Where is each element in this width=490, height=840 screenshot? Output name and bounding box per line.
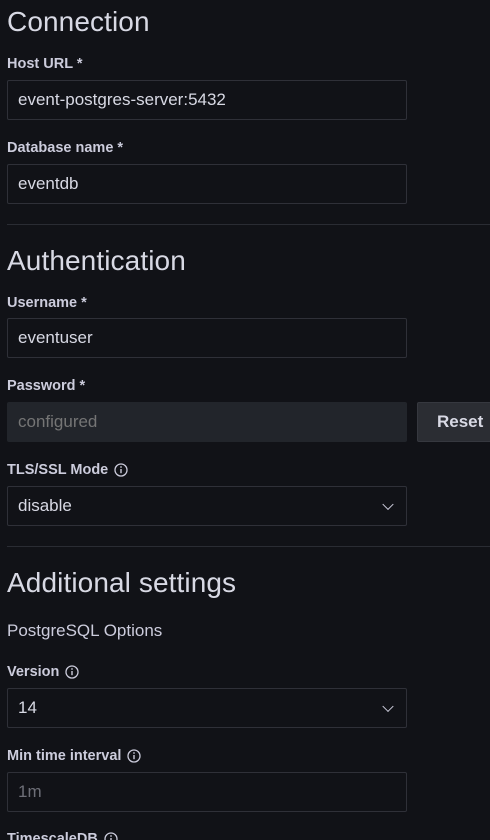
- password-label: Password *: [7, 379, 85, 394]
- datasource-settings-page: Connection Host URL * Database name * Au…: [0, 0, 490, 840]
- host-url-input[interactable]: [7, 80, 407, 120]
- authentication-section-title: Authentication: [7, 245, 186, 276]
- chevron-down-icon: [382, 700, 394, 713]
- version-label-text: Version: [7, 664, 60, 680]
- min-time-interval-label-text: Min time interval: [7, 748, 122, 764]
- tls-ssl-mode-value: disable: [18, 496, 72, 515]
- timescaledb-label-text: TimescaleDB: [7, 831, 98, 840]
- min-time-interval-label: Min time interval: [7, 748, 142, 764]
- section-divider: [7, 546, 490, 547]
- username-input[interactable]: [7, 318, 407, 358]
- timescaledb-label: TimescaleDB: [7, 832, 118, 840]
- min-time-interval-input[interactable]: [7, 772, 407, 812]
- chevron-down-icon: [382, 498, 394, 511]
- username-label-text: Username *: [7, 295, 87, 311]
- info-circle-icon[interactable]: [104, 832, 118, 840]
- additional-settings-section-title: Additional settings: [7, 567, 237, 598]
- tls-ssl-mode-label: TLS/SSL Mode: [7, 463, 128, 478]
- reset-password-button[interactable]: Reset: [417, 402, 490, 442]
- password-input[interactable]: [7, 402, 407, 442]
- username-label: Username *: [7, 296, 87, 311]
- version-label: Version: [7, 664, 80, 680]
- database-name-label-text: Database name *: [7, 140, 124, 156]
- info-circle-icon[interactable]: [114, 463, 128, 477]
- version-select[interactable]: 14: [7, 688, 407, 728]
- reset-button-label: Reset: [437, 412, 484, 431]
- password-label-text: Password *: [7, 378, 86, 394]
- postgresql-options-heading: PostgreSQL Options: [7, 621, 163, 640]
- version-value: 14: [18, 698, 37, 717]
- host-url-label: Host URL *: [7, 57, 82, 72]
- database-name-label: Database name *: [7, 141, 123, 156]
- host-url-label-text: Host URL *: [7, 56, 83, 72]
- tls-ssl-mode-select[interactable]: disable: [7, 486, 407, 526]
- tls-ssl-mode-label-text: TLS/SSL Mode: [7, 462, 109, 478]
- connection-section-title: Connection: [7, 6, 150, 37]
- database-name-input[interactable]: [7, 164, 407, 204]
- info-circle-icon[interactable]: [65, 665, 80, 679]
- section-divider: [7, 224, 490, 225]
- info-circle-icon[interactable]: [127, 749, 142, 763]
